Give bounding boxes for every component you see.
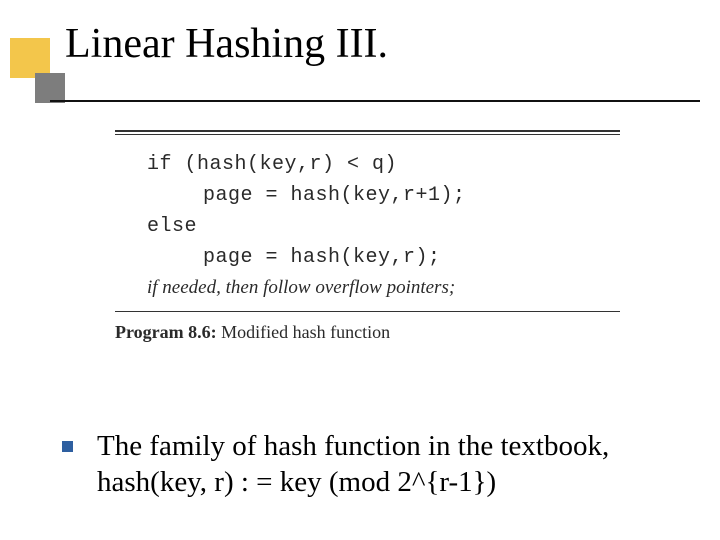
code-note: if needed, then follow overflow pointers…	[115, 273, 620, 303]
decoration-square-yellow	[10, 38, 50, 78]
code-line-if: if (hash(key,r) < q)	[115, 149, 620, 180]
bullet-text: The family of hash function in the textb…	[97, 428, 677, 501]
bullet-square-icon	[62, 441, 73, 452]
program-label: Program 8.6: Modified hash function	[115, 322, 620, 343]
program-label-number: Program 8.6:	[115, 322, 217, 342]
decoration-square-gray	[35, 73, 65, 103]
code-figure: if (hash(key,r) < q) page = hash(key,r+1…	[115, 130, 620, 343]
code-line-then-assign: page = hash(key,r+1);	[115, 180, 620, 211]
program-label-caption: Modified hash function	[217, 322, 390, 342]
slide-root: Linear Hashing III. if (hash(key,r) < q)…	[0, 0, 720, 540]
code-line-else-assign: page = hash(key,r);	[115, 242, 620, 273]
rule-top-thin	[115, 134, 620, 135]
rule-top-thick	[115, 130, 620, 132]
rule-bottom	[115, 311, 620, 312]
title-underline	[50, 100, 700, 102]
slide-title: Linear Hashing III.	[65, 20, 388, 68]
bullet-item: The family of hash function in the textb…	[62, 428, 690, 501]
code-line-else: else	[115, 211, 620, 242]
